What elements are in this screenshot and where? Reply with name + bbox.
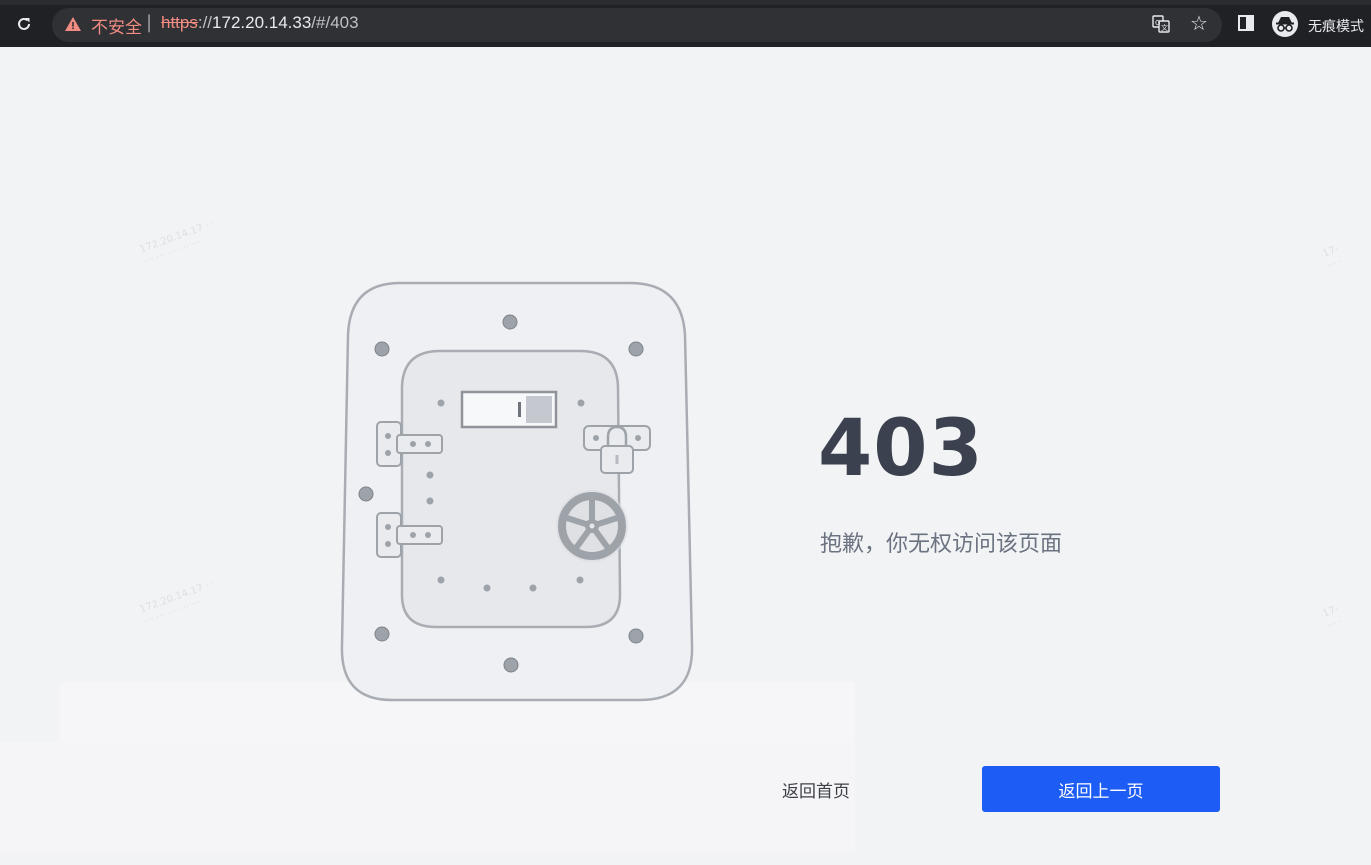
svg-text:文: 文: [1161, 23, 1168, 32]
translate-icon[interactable]: G文: [1152, 15, 1170, 33]
watermark: 17· ··· ·: [1321, 604, 1345, 632]
warning-icon[interactable]: [64, 15, 82, 33]
svg-text:G: G: [1155, 19, 1160, 27]
side-panel-icon[interactable]: [1238, 15, 1254, 31]
watermark: 172.20.14.17 · · ··· ··· ··· ··· ···: [138, 218, 217, 268]
vault-door-illustration: [330, 275, 700, 710]
watermark: 172.20.14.17 · · ··· ··· ··· ··· ···: [138, 578, 217, 628]
url-path: /#/403: [311, 13, 359, 32]
url-protocol: https: [161, 13, 198, 32]
url-host: 172.20.14.33: [212, 13, 312, 32]
reload-icon[interactable]: [12, 12, 36, 36]
url-separator: |: [146, 12, 153, 33]
error-message: 抱歉，你无权访问该页面: [820, 532, 1063, 557]
bookmark-star-icon[interactable]: ☆: [1190, 11, 1208, 35]
background-patch: [0, 742, 855, 852]
incognito-label[interactable]: 无痕模式: [1308, 16, 1364, 36]
back-home-button[interactable]: 返回首页: [760, 766, 872, 812]
watermark: 17· ··· ·: [1321, 244, 1345, 272]
security-status-label[interactable]: 不安全: [91, 13, 142, 38]
incognito-icon[interactable]: [1272, 11, 1298, 37]
url-scheme-sep: ://: [197, 13, 213, 32]
url-text[interactable]: https://172.20.14.33/#/403: [161, 13, 359, 33]
go-back-button[interactable]: 返回上一页: [982, 766, 1220, 812]
error-code: 403: [818, 404, 984, 494]
tab-strip-edge: [0, 0, 1371, 5]
